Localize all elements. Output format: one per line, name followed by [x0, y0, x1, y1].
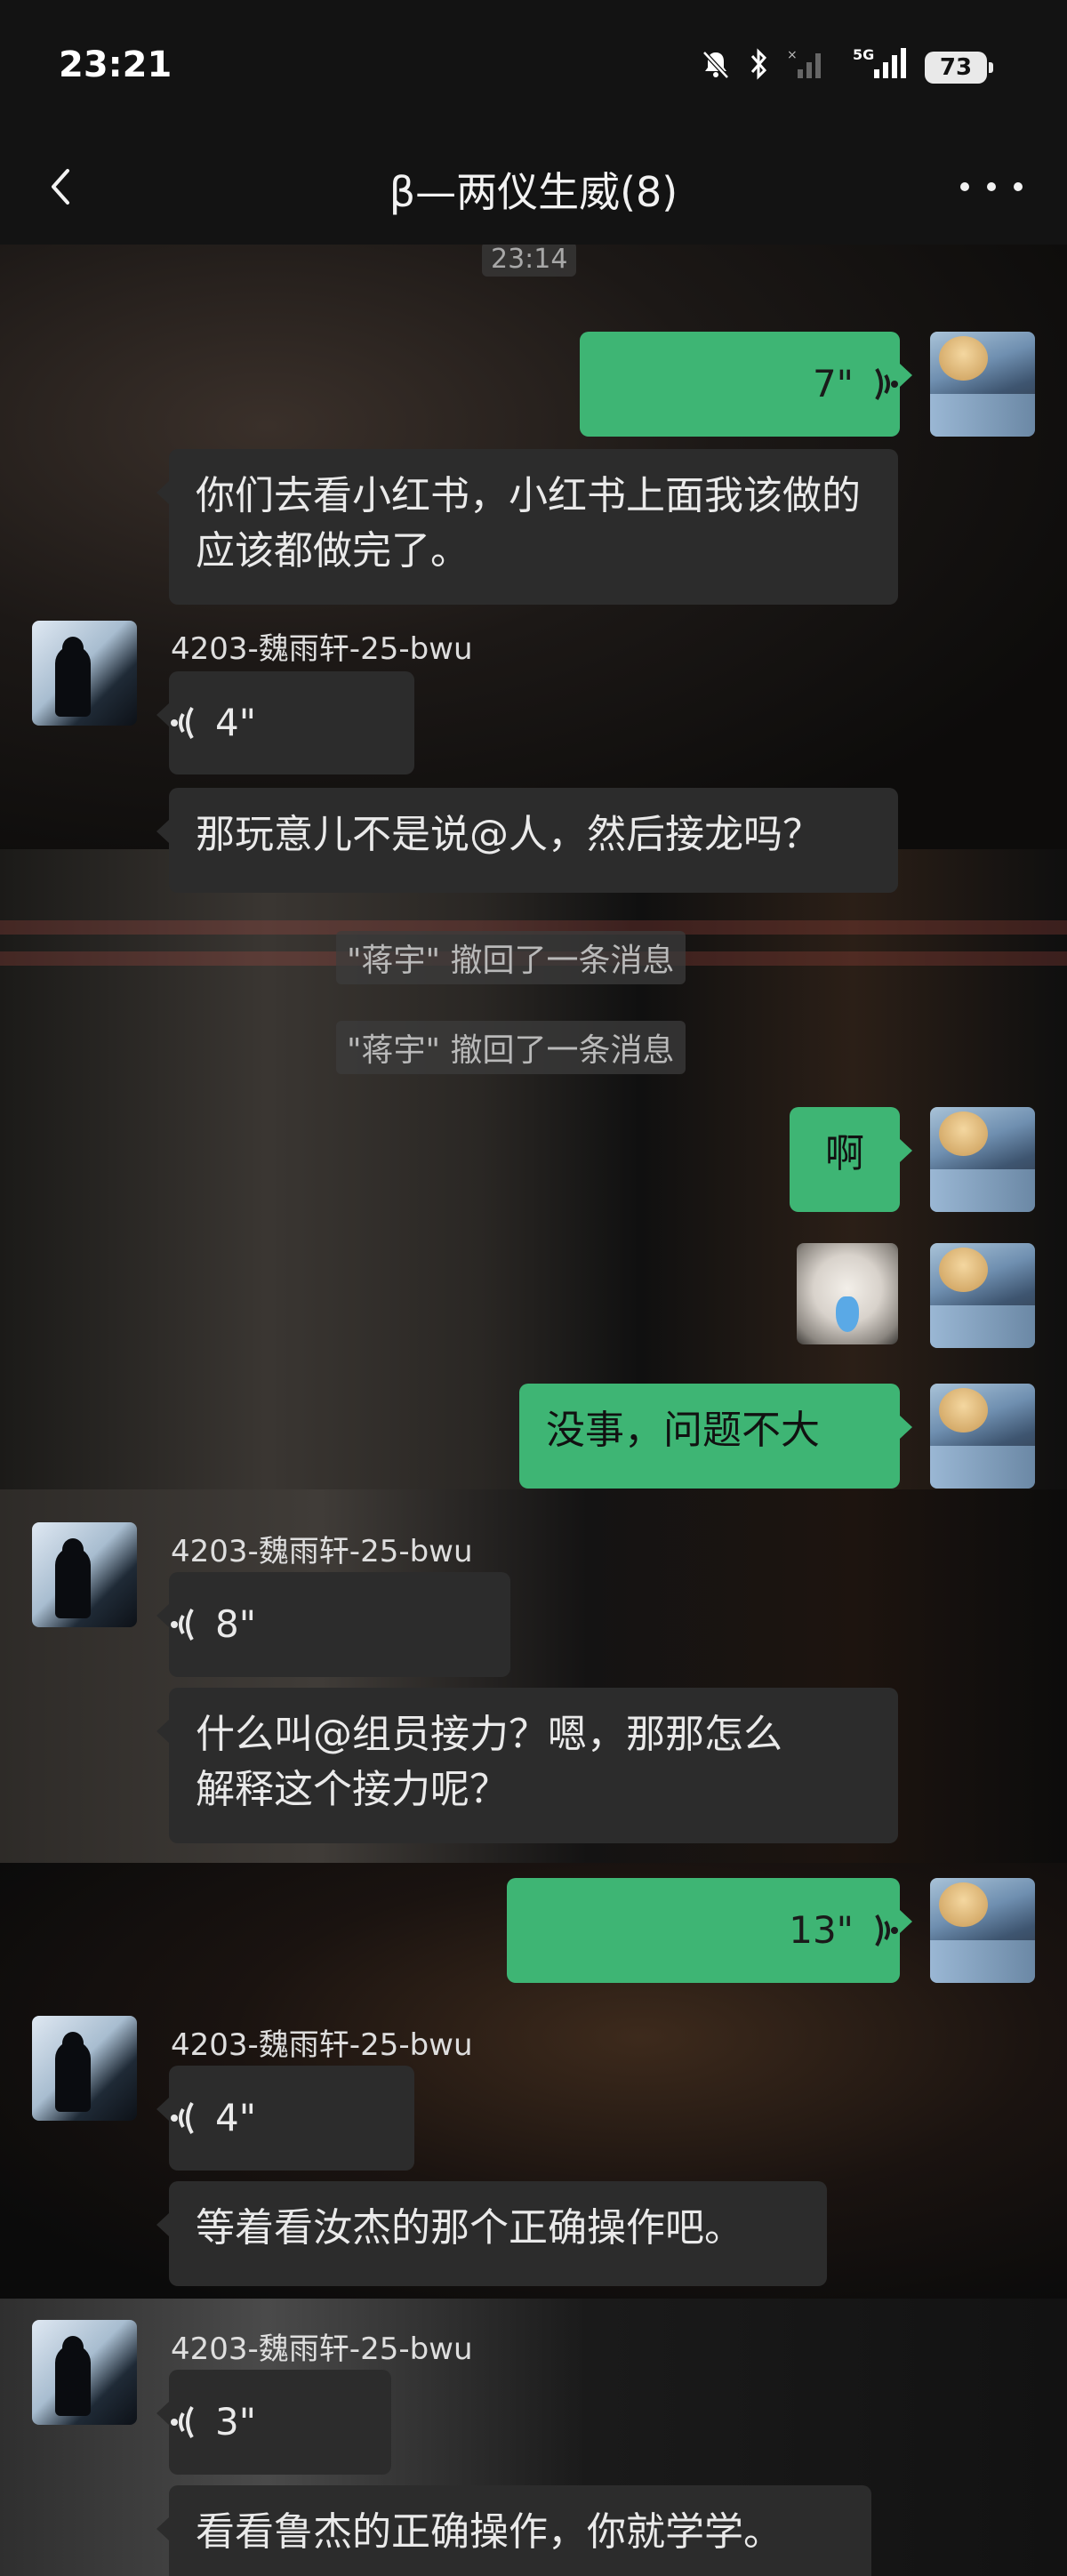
- message-text: 等着看汝杰的那个正确操作吧。: [196, 2205, 743, 2251]
- sender-name: 4203-魏雨轩-25-bwu: [171, 2331, 473, 2367]
- voice-wave-icon: [171, 2405, 194, 2439]
- text-message-bubble[interactable]: 看看鲁杰的正确操作，你就学学。: [156, 2485, 871, 2576]
- message-text: 看看鲁杰的正确操作，你就学学。: [196, 2509, 782, 2555]
- message-text: 你们去看小红书，小红书上面我该做的应该都做完了。: [196, 473, 861, 574]
- message-text: 那玩意儿不是说@人，然后接龙吗？: [196, 812, 822, 857]
- voice-wave-icon: [171, 1608, 194, 1641]
- bluetooth-icon: [745, 46, 772, 82]
- text-message-bubble[interactable]: 没事，问题不大: [519, 1384, 912, 1489]
- svg-text:×: ×: [787, 48, 798, 62]
- voice-message-bubble[interactable]: 4": [156, 671, 414, 774]
- text-message-bubble[interactable]: 那玩意儿不是说@人，然后接龙吗？: [156, 788, 898, 893]
- sender-name: 4203-魏雨轩-25-bwu: [171, 1534, 473, 1569]
- voice-wave-icon: [875, 367, 898, 401]
- member-avatar[interactable]: [32, 2320, 137, 2425]
- voice-message-bubble[interactable]: 4": [156, 2066, 414, 2171]
- voice-wave-icon: [875, 1914, 898, 1947]
- chat-title: β—两仪生威(8): [389, 168, 678, 216]
- member-avatar[interactable]: [32, 1522, 137, 1627]
- signal-5g-icon: 5G: [849, 46, 911, 82]
- self-avatar[interactable]: [930, 1384, 1035, 1489]
- member-avatar[interactable]: [32, 2016, 137, 2121]
- self-avatar[interactable]: [930, 1243, 1035, 1348]
- voice-duration: 3": [215, 2400, 257, 2444]
- status-time: 23:21: [59, 44, 172, 85]
- signal-sim1-icon: ×: [784, 46, 829, 82]
- recall-notice: "蒋宇" 撤回了一条消息: [336, 931, 686, 984]
- member-avatar[interactable]: [32, 621, 137, 726]
- text-message-bubble[interactable]: 你们去看小红书，小红书上面我该做的应该都做完了。: [156, 449, 898, 605]
- signal-5g-label: 5G: [853, 46, 875, 63]
- voice-duration: 8": [215, 1602, 257, 1646]
- text-message-bubble[interactable]: 啊: [790, 1107, 912, 1212]
- message-timestamp: 23:14: [482, 242, 577, 277]
- back-arrow-icon[interactable]: [36, 158, 92, 215]
- message-text: 没事，问题不大: [546, 1408, 820, 1453]
- voice-duration: 4": [215, 701, 257, 744]
- crying-cat-sticker[interactable]: [797, 1243, 898, 1344]
- chat-header: β—两仪生威(8): [0, 133, 1067, 245]
- self-avatar[interactable]: [930, 1107, 1035, 1212]
- battery-indicator: 73: [925, 52, 993, 84]
- voice-message-bubble[interactable]: 13": [507, 1878, 912, 1983]
- voice-message-bubble[interactable]: 3": [156, 2370, 391, 2475]
- status-bar: 23:21 × 5G 73: [0, 0, 1067, 133]
- message-text-line: 解释这个接力呢？: [196, 1767, 509, 1812]
- voice-duration: 7": [812, 362, 854, 405]
- muted-bell-icon: [698, 46, 734, 82]
- recall-notice: "蒋宇" 撤回了一条消息: [336, 1021, 686, 1074]
- message-list[interactable]: 23:14 7" 你们去看小红书，小红书上面我该做的应该都做完了。 4203-魏…: [0, 0, 1067, 2576]
- self-avatar[interactable]: [930, 332, 1035, 437]
- voice-message-bubble[interactable]: 7": [580, 332, 912, 437]
- voice-wave-icon: [171, 706, 194, 740]
- sender-name: 4203-魏雨轩-25-bwu: [171, 631, 473, 667]
- voice-duration: 13": [789, 1908, 854, 1952]
- voice-wave-icon: [171, 2101, 194, 2135]
- message-text: 啊: [825, 1131, 864, 1176]
- text-message-bubble[interactable]: 等着看汝杰的那个正确操作吧。: [156, 2181, 827, 2286]
- message-text-line: 什么叫@组员接力？嗯，那那怎么: [196, 1712, 782, 1757]
- sender-name: 4203-魏雨轩-25-bwu: [171, 2027, 473, 2063]
- voice-duration: 4": [215, 2096, 257, 2139]
- voice-message-bubble[interactable]: 8": [156, 1572, 510, 1677]
- more-options-icon[interactable]: [960, 158, 1023, 215]
- self-avatar[interactable]: [930, 1878, 1035, 1983]
- text-message-bubble[interactable]: 什么叫@组员接力？嗯，那那怎么 解释这个接力呢？: [156, 1688, 898, 1843]
